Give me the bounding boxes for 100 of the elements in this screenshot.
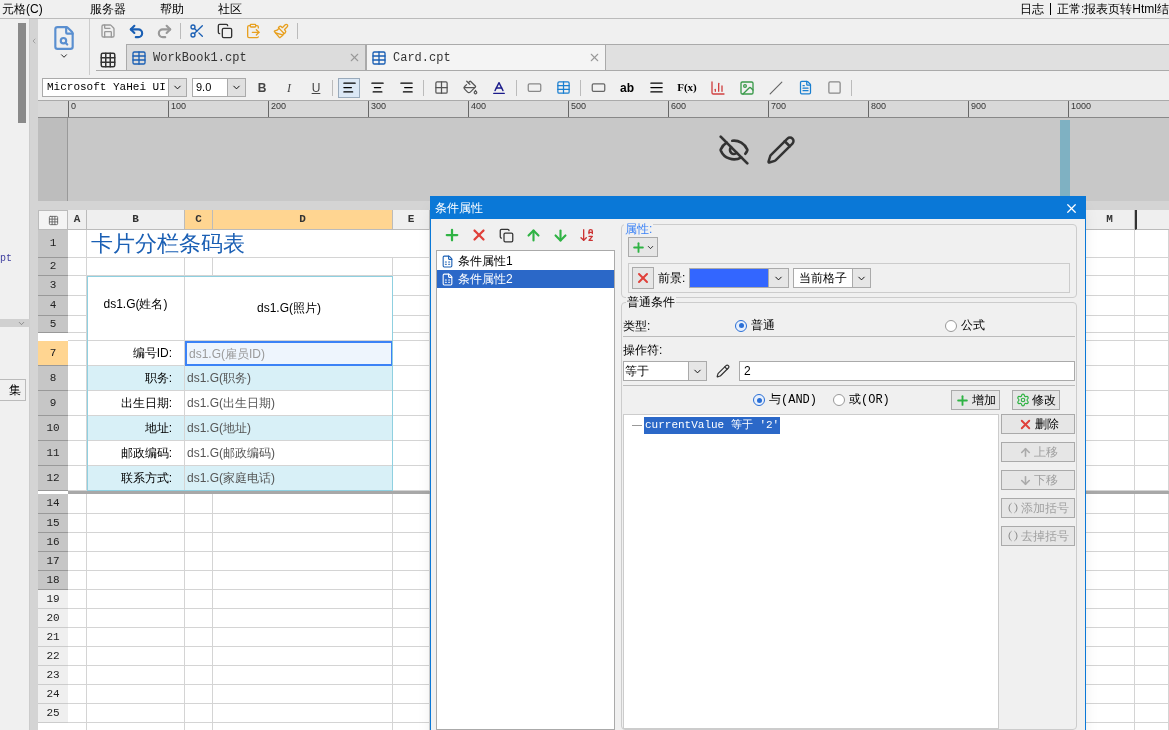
table-cell[interactable]: [213, 590, 393, 609]
modify-button[interactable]: 修改: [1012, 390, 1060, 410]
table-cell[interactable]: [185, 628, 213, 647]
column-header[interactable]: C: [185, 210, 213, 230]
column-header[interactable]: [1135, 210, 1169, 230]
row-header[interactable]: 21: [38, 628, 68, 647]
formula-button[interactable]: F(x): [673, 77, 701, 98]
table-cell[interactable]: [1135, 316, 1169, 333]
table-cell[interactable]: [68, 552, 87, 571]
table-cell[interactable]: [68, 466, 87, 491]
table-cell[interactable]: [87, 685, 185, 704]
row-header[interactable]: 12: [38, 466, 68, 491]
radio-button[interactable]: [945, 319, 957, 332]
row-header[interactable]: 22: [38, 647, 68, 666]
row-header[interactable]: 3: [38, 276, 68, 296]
row-header[interactable]: 20: [38, 609, 68, 628]
table-cell[interactable]: [1135, 466, 1169, 491]
row-header[interactable]: 9: [38, 391, 68, 416]
table-cell[interactable]: [68, 341, 87, 366]
file-tab[interactable]: Card.cpt: [366, 44, 606, 70]
table-cell[interactable]: [68, 391, 87, 416]
table-cell[interactable]: [1135, 666, 1169, 685]
table-cell[interactable]: [68, 590, 87, 609]
row-header[interactable]: 1: [38, 230, 68, 258]
row-header[interactable]: 17: [38, 552, 68, 571]
table-cell[interactable]: [1135, 533, 1169, 552]
radio-label[interactable]: 与(AND): [769, 391, 817, 409]
table-cell[interactable]: [68, 316, 87, 333]
table-cell[interactable]: [185, 685, 213, 704]
table-cell[interactable]: [87, 704, 185, 723]
row-header[interactable]: 8: [38, 366, 68, 391]
style-button[interactable]: B: [251, 77, 273, 98]
table-cell[interactable]: [1135, 341, 1169, 366]
table-cell[interactable]: [87, 647, 185, 666]
table-cell[interactable]: [87, 514, 185, 533]
menu-item[interactable]: 服务器: [72, 0, 143, 18]
table-cell[interactable]: [68, 258, 87, 276]
table-cell[interactable]: [213, 628, 393, 647]
operator-select[interactable]: 等于: [623, 361, 707, 381]
condition-item[interactable]: 条件属性1: [437, 252, 614, 270]
log-link[interactable]: 日志: [1014, 0, 1050, 18]
scrollbar-thumb[interactable]: [18, 23, 26, 123]
table-cell[interactable]: [68, 366, 87, 391]
table-cell[interactable]: [87, 494, 185, 514]
row-header[interactable]: 7: [38, 341, 68, 366]
table-cell[interactable]: [1135, 494, 1169, 514]
menu-item[interactable]: 社区: [200, 0, 259, 18]
style-button[interactable]: U: [305, 77, 327, 98]
table-cell[interactable]: [1135, 230, 1169, 258]
size-select[interactable]: 9.0: [192, 78, 246, 97]
table-cell[interactable]: [185, 590, 213, 609]
table-cell[interactable]: [213, 571, 393, 590]
table-cell[interactable]: [1135, 704, 1169, 723]
table-cell[interactable]: [213, 685, 393, 704]
row-header[interactable]: 18: [38, 571, 68, 590]
table-cell[interactable]: [87, 609, 185, 628]
table-cell[interactable]: [68, 333, 87, 341]
table-cell[interactable]: [1135, 647, 1169, 666]
table-cell[interactable]: [1135, 333, 1169, 341]
table-cell[interactable]: [1135, 609, 1169, 628]
table-cell[interactable]: [1135, 391, 1169, 416]
table-cell[interactable]: [185, 704, 213, 723]
column-header[interactable]: M: [1085, 210, 1135, 230]
remove-button[interactable]: [632, 267, 654, 289]
table-cell[interactable]: ds1.G(家庭电话): [185, 466, 393, 491]
table-cell[interactable]: [87, 590, 185, 609]
radio-label[interactable]: 或(OR): [849, 391, 890, 409]
table-cell[interactable]: [68, 685, 87, 704]
table-cell[interactable]: [87, 552, 185, 571]
table-cell[interactable]: [68, 571, 87, 590]
table-cell[interactable]: [213, 666, 393, 685]
table-cell[interactable]: [213, 494, 393, 514]
select-all-corner[interactable]: [38, 210, 68, 230]
column-header[interactable]: B: [87, 210, 185, 230]
table-cell[interactable]: [68, 647, 87, 666]
align-left-button[interactable]: [338, 77, 360, 98]
row-header[interactable]: 15: [38, 514, 68, 533]
table-cell[interactable]: [68, 276, 87, 296]
table-cell[interactable]: [185, 609, 213, 628]
style-button[interactable]: I: [278, 77, 300, 98]
table-cell[interactable]: [1135, 552, 1169, 571]
table-cell[interactable]: [68, 441, 87, 466]
table-cell[interactable]: [68, 609, 87, 628]
row-header[interactable]: 11: [38, 441, 68, 466]
radio-label[interactable]: 公式: [961, 316, 985, 335]
table-cell[interactable]: [185, 571, 213, 590]
menu-item[interactable]: 帮助: [142, 0, 201, 18]
table-cell[interactable]: [185, 494, 213, 514]
table-cell[interactable]: [185, 647, 213, 666]
table-cell[interactable]: [1135, 571, 1169, 590]
radio-button[interactable]: [753, 394, 765, 406]
table-cell[interactable]: [1135, 276, 1169, 296]
row-header[interactable]: 19: [38, 590, 68, 609]
row-header[interactable]: 10: [38, 416, 68, 441]
table-cell[interactable]: [213, 514, 393, 533]
column-header[interactable]: A: [68, 210, 87, 230]
table-cell[interactable]: ds1.G(地址): [185, 416, 393, 441]
table-cell[interactable]: [185, 533, 213, 552]
column-header[interactable]: D: [213, 210, 393, 230]
row-header[interactable]: 4: [38, 296, 68, 316]
